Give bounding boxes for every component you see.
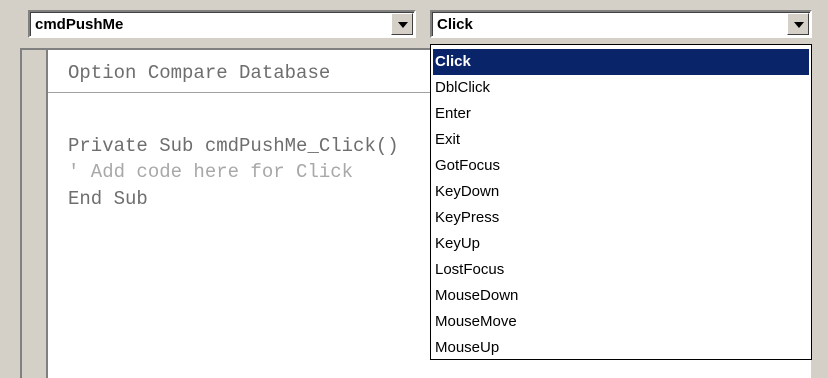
code-line: End Sub bbox=[68, 188, 148, 210]
dropdown-item-enter[interactable]: Enter bbox=[433, 101, 809, 127]
dropdown-item-keypress[interactable]: KeyPress bbox=[433, 205, 809, 231]
object-combobox-value: cmdPushMe bbox=[35, 16, 124, 33]
procedure-dropdown-list[interactable]: Click DblClick Enter Exit GotFocus KeyDo… bbox=[430, 44, 812, 360]
chevron-down-icon bbox=[398, 22, 408, 28]
dropdown-item-keydown[interactable]: KeyDown bbox=[433, 179, 809, 205]
dropdown-item-mousedown[interactable]: MouseDown bbox=[433, 283, 809, 309]
code-comment-line: ' Add code here for Click bbox=[68, 161, 354, 183]
dropdown-item-mousemove[interactable]: MouseMove bbox=[433, 309, 809, 335]
dropdown-item-lostfocus[interactable]: LostFocus bbox=[433, 257, 809, 283]
procedure-combobox-dropdown-button[interactable] bbox=[787, 13, 809, 35]
dropdown-item-mouseup[interactable]: MouseUp bbox=[433, 335, 809, 361]
procedure-combobox-value: Click bbox=[437, 16, 473, 33]
dropdown-item-keyup[interactable]: KeyUp bbox=[433, 231, 809, 257]
editor-margin bbox=[22, 50, 48, 378]
chevron-down-icon bbox=[794, 22, 804, 28]
dropdown-item-dblclick[interactable]: DblClick bbox=[433, 75, 809, 101]
dropdown-item-click[interactable]: Click bbox=[432, 48, 810, 76]
dropdown-item-exit[interactable]: Exit bbox=[433, 127, 809, 153]
object-combobox-dropdown-button[interactable] bbox=[391, 13, 413, 35]
object-combobox[interactable]: cmdPushMe bbox=[28, 10, 416, 38]
code-line: Option Compare Database bbox=[68, 62, 331, 84]
vertical-scrollbar[interactable] bbox=[810, 48, 828, 378]
procedure-combobox[interactable]: Click bbox=[430, 10, 812, 38]
dropdown-item-gotfocus[interactable]: GotFocus bbox=[433, 153, 809, 179]
code-line: Private Sub cmdPushMe_Click() bbox=[68, 135, 399, 157]
